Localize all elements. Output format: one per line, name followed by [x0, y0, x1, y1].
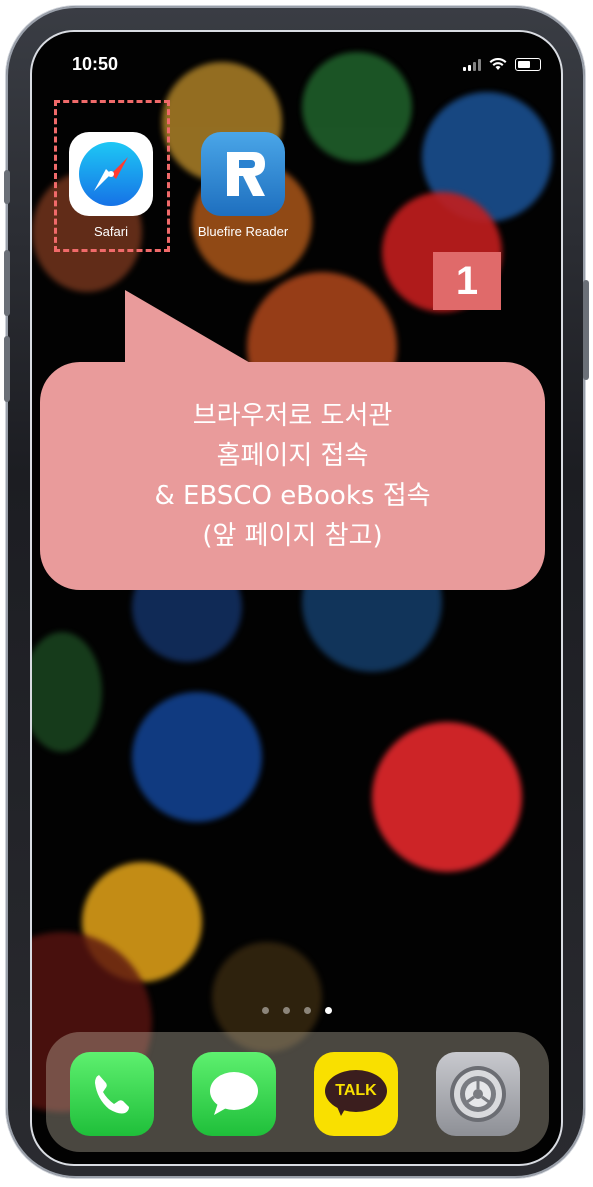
gear-icon [450, 1066, 506, 1122]
callout-line-4: (앞 페이지 참고) [202, 521, 383, 551]
volume-down-button [4, 336, 10, 402]
page-dot [303, 1007, 311, 1014]
page-dot-active [324, 1007, 332, 1014]
kakaotalk-icon: TALK [325, 1070, 387, 1118]
callout-line-3: & EBSCO eBooks 접속 [154, 481, 431, 511]
dock: TALK [46, 1032, 549, 1152]
callout-line-1: 브라우저로 도서관 [192, 401, 393, 431]
messages-app[interactable] [192, 1052, 276, 1136]
silent-switch [4, 170, 10, 204]
phone-app[interactable] [70, 1052, 154, 1136]
phone-icon [95, 1075, 129, 1114]
kakaotalk-label: TALK [335, 1082, 377, 1099]
settings-app[interactable] [436, 1052, 520, 1136]
page-dot [282, 1007, 290, 1014]
page-dot [261, 1007, 269, 1014]
callout-line-2: 홈페이지 접속 [216, 441, 369, 471]
kakaotalk-app[interactable]: TALK [314, 1052, 398, 1136]
page-indicator[interactable] [32, 1007, 561, 1014]
home-screen: 10:50 Safari Bluefire Reader 1 브라우저로 도서관… [30, 30, 563, 1166]
power-button [583, 280, 589, 380]
volume-up-button [4, 250, 10, 316]
message-bubble-icon [210, 1072, 258, 1115]
callout-bubble: 브라우저로 도서관 홈페이지 접속 & EBSCO eBooks 접속 (앞 페… [40, 362, 545, 590]
